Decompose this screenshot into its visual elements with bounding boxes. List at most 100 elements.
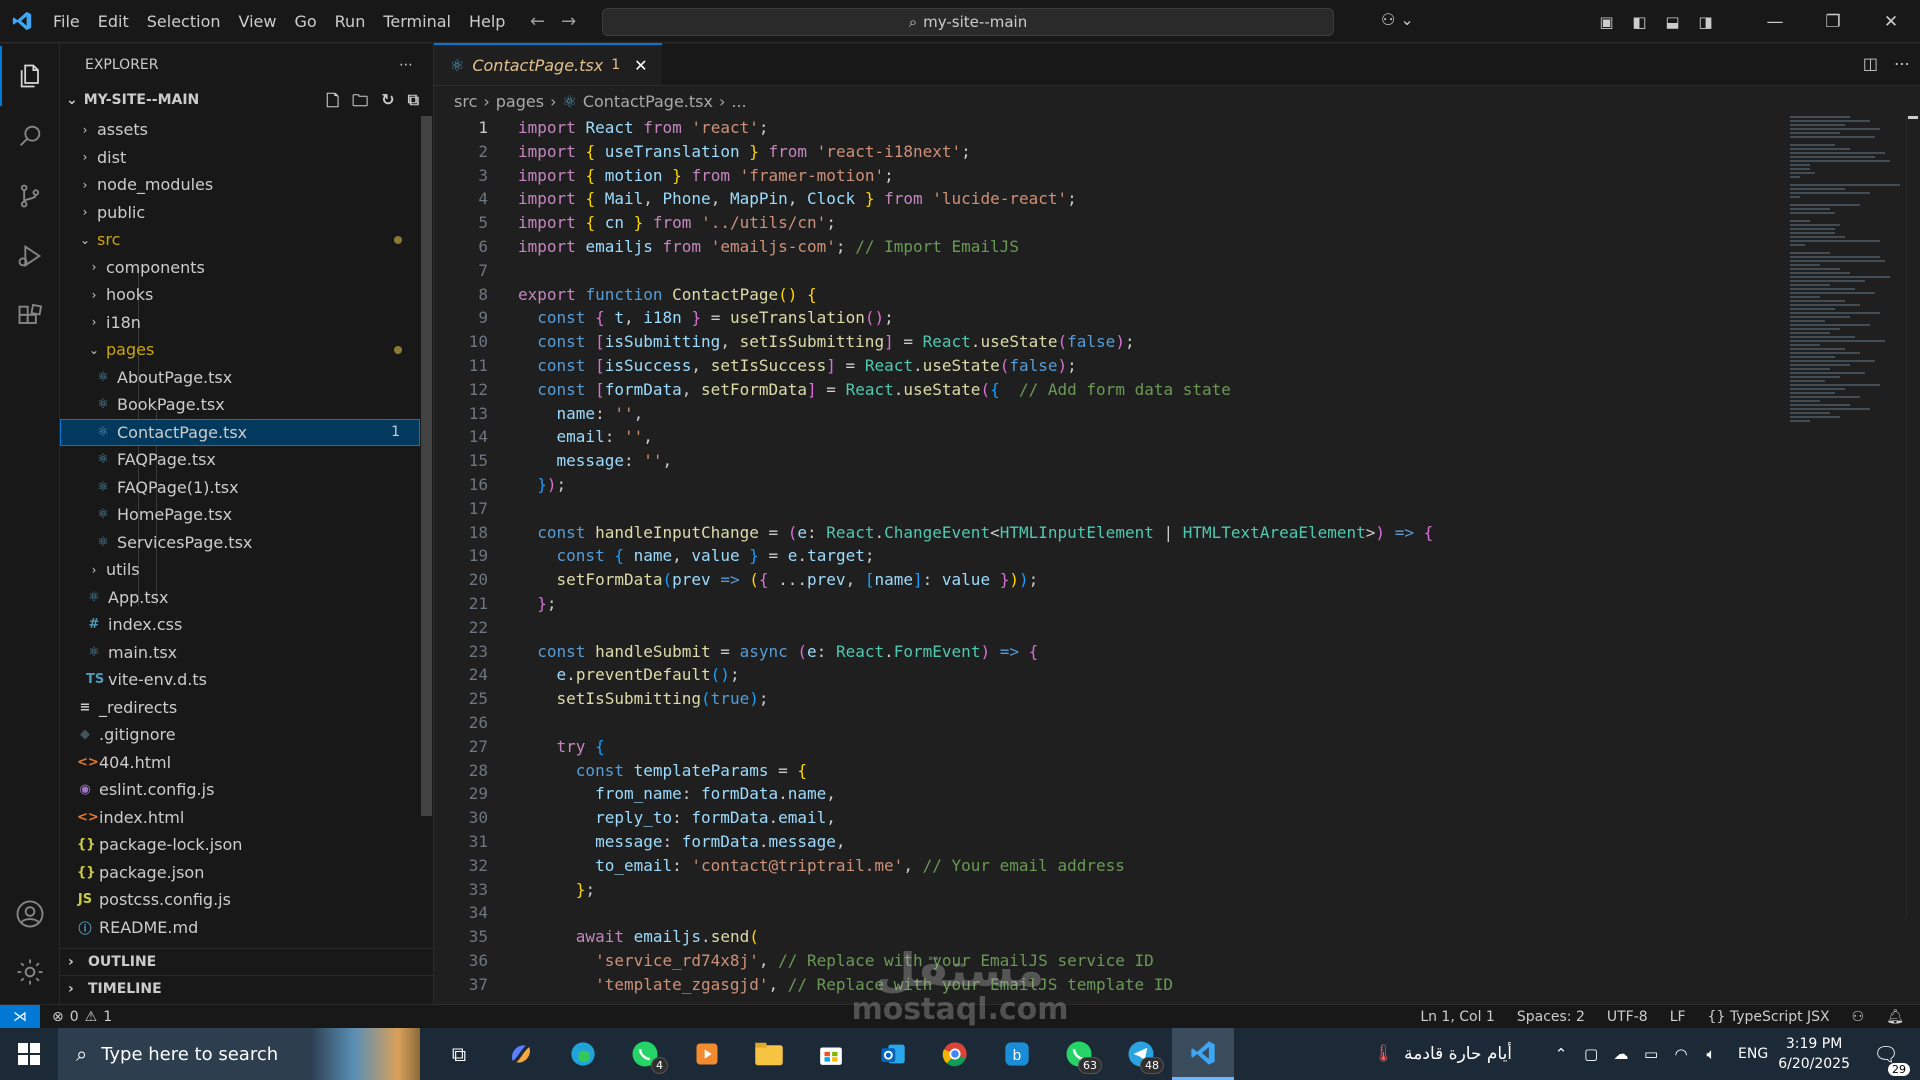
extensions-icon[interactable]: [0, 286, 60, 346]
clock[interactable]: 3:19 PM 6/20/2025: [1778, 1034, 1850, 1074]
menu-view[interactable]: View: [230, 0, 286, 43]
breadcrumb-file[interactable]: ContactPage.tsx: [583, 92, 713, 111]
media-player-icon[interactable]: [676, 1028, 738, 1080]
file-item[interactable]: {} package-lock.json: [60, 831, 420, 859]
file-item[interactable]: ⚛ FAQPage(1).tsx: [60, 474, 420, 502]
weather-widget[interactable]: 🌡︎ أيام حارة قادمة: [1373, 1044, 1512, 1064]
more-actions-icon[interactable]: ⋯: [1894, 54, 1910, 73]
timeline-section[interactable]: › TIMELINE: [60, 975, 434, 1002]
breadcrumb-pages[interactable]: pages: [496, 92, 544, 111]
settings-gear-icon[interactable]: [0, 942, 60, 1002]
file-item[interactable]: ⚛ ContactPage.tsx 1: [60, 418, 420, 446]
file-item[interactable]: {} package.json: [60, 859, 420, 887]
volume-icon[interactable]: 🔈︎: [1696, 1045, 1726, 1063]
layout-customize-icon[interactable]: ▣: [1590, 13, 1623, 31]
copilot-app-icon[interactable]: [490, 1028, 552, 1080]
command-center-search[interactable]: ⌕ my-site--main: [602, 8, 1334, 36]
battery-icon[interactable]: ▭: [1636, 1045, 1666, 1063]
folder-item[interactable]: ⌄ pages: [60, 336, 420, 364]
menu-edit[interactable]: Edit: [89, 0, 138, 43]
explorer-icon[interactable]: [0, 46, 60, 106]
file-item[interactable]: ⚛ HomePage.tsx: [60, 501, 420, 529]
menu-go[interactable]: Go: [285, 0, 325, 43]
file-item[interactable]: ⚛ App.tsx: [60, 584, 420, 612]
new-file-icon[interactable]: 🗋: [326, 90, 339, 117]
problems-indicator[interactable]: ⊗ 0 ⚠ 1: [52, 1009, 112, 1025]
file-item[interactable]: ⓘ README.md: [60, 914, 420, 942]
breadcrumb-src[interactable]: src: [454, 92, 477, 111]
file-item[interactable]: ⚛ AboutPage.tsx: [60, 364, 420, 392]
onedrive-cloud-icon[interactable]: ☁: [1606, 1045, 1636, 1063]
accounts-icon[interactable]: [0, 884, 60, 944]
indentation[interactable]: Spaces: 2: [1517, 1009, 1585, 1025]
file-item[interactable]: # index.css: [60, 611, 420, 639]
more-actions-icon[interactable]: ⋯: [399, 57, 413, 73]
file-item[interactable]: <> index.html: [60, 804, 420, 832]
menu-help[interactable]: Help: [460, 0, 514, 43]
search-icon[interactable]: [0, 106, 60, 166]
copilot-status-icon[interactable]: ⚇: [1852, 1009, 1865, 1025]
whatsapp-business-icon[interactable]: 63: [1048, 1028, 1110, 1080]
notifications-bell-icon[interactable]: 🔔︎: [1886, 1009, 1904, 1025]
toggle-primary-sidebar-icon[interactable]: ◧: [1623, 13, 1656, 31]
cursor-position[interactable]: Ln 1, Col 1: [1420, 1009, 1495, 1025]
outlook-icon[interactable]: [862, 1028, 924, 1080]
whatsapp-icon[interactable]: 4: [614, 1028, 676, 1080]
folder-item[interactable]: › assets: [60, 116, 420, 144]
start-button[interactable]: [0, 1028, 58, 1080]
folder-item[interactable]: › public: [60, 199, 420, 227]
back-arrow-icon[interactable]: ←: [530, 11, 545, 32]
close-tab-icon[interactable]: ✕: [634, 56, 647, 75]
folder-item[interactable]: › i18n: [60, 309, 420, 337]
minimize-button[interactable]: —: [1746, 12, 1804, 32]
telegram-icon[interactable]: 48: [1110, 1028, 1172, 1080]
split-editor-icon[interactable]: ◫: [1863, 54, 1878, 73]
input-language[interactable]: ENG: [1738, 1046, 1768, 1062]
folder-item[interactable]: › utils: [60, 556, 420, 584]
chevron-up-icon[interactable]: ⌃: [1546, 1045, 1576, 1063]
remote-indicator-icon[interactable]: ⋊: [0, 1004, 40, 1029]
file-item[interactable]: TS vite-env.d.ts: [60, 666, 420, 694]
outline-section[interactable]: › OUTLINE: [60, 948, 434, 975]
file-item[interactable]: JS postcss.config.js: [60, 886, 420, 914]
project-root[interactable]: ⌄ MY-SITE--MAIN 🗋 🗀 ↻ ⧉: [60, 86, 433, 114]
file-item[interactable]: ⚛ BookPage.tsx: [60, 391, 420, 419]
menu-file[interactable]: File: [44, 0, 89, 43]
encoding[interactable]: UTF-8: [1607, 1009, 1648, 1025]
tab-contactpage[interactable]: ⚛ ContactPage.tsx 1 ✕: [434, 43, 662, 85]
file-item[interactable]: <> 404.html: [60, 749, 420, 777]
task-view-icon[interactable]: ⧉: [428, 1028, 490, 1080]
folder-item[interactable]: › node_modules: [60, 171, 420, 199]
close-window-button[interactable]: ✕: [1862, 12, 1920, 32]
file-item[interactable]: ◆ .gitignore: [60, 721, 420, 749]
file-item[interactable]: ⚛ main.tsx: [60, 639, 420, 667]
file-item[interactable]: ⚛ FAQPage.tsx: [60, 446, 420, 474]
line-ending[interactable]: LF: [1670, 1009, 1686, 1025]
minimap[interactable]: [1790, 116, 1910, 556]
device-icon[interactable]: ▢: [1576, 1045, 1606, 1063]
language-mode[interactable]: {} TypeScript JSX: [1708, 1009, 1830, 1025]
forward-arrow-icon[interactable]: →: [561, 11, 576, 32]
toggle-panel-icon[interactable]: ⬓: [1656, 13, 1689, 31]
new-folder-icon[interactable]: 🗀: [352, 90, 368, 117]
maximize-button[interactable]: ❐: [1804, 12, 1862, 32]
folder-item[interactable]: › hooks: [60, 281, 420, 309]
menu-run[interactable]: Run: [326, 0, 375, 43]
sidebar-scrollbar[interactable]: [421, 116, 432, 816]
microsoft-store-icon[interactable]: [800, 1028, 862, 1080]
folder-item[interactable]: › dist: [60, 144, 420, 172]
menu-selection[interactable]: Selection: [138, 0, 230, 43]
chrome-icon[interactable]: [924, 1028, 986, 1080]
file-item[interactable]: ⚛ ServicesPage.tsx: [60, 529, 420, 557]
notification-center-icon[interactable]: 🗨︎ 29: [1866, 1042, 1910, 1076]
editor-scrollbar[interactable]: [1906, 116, 1920, 916]
toggle-secondary-sidebar-icon[interactable]: ◨: [1689, 13, 1722, 31]
file-item[interactable]: ≡ _redirects: [60, 694, 420, 722]
collapse-all-icon[interactable]: ⧉: [408, 90, 419, 117]
file-item[interactable]: ◉ eslint.config.js: [60, 776, 420, 804]
breadcrumb-symbol[interactable]: ...: [731, 92, 746, 111]
vscode-taskbar-icon[interactable]: [1172, 1028, 1234, 1080]
source-control-icon[interactable]: [0, 166, 60, 226]
folder-item[interactable]: › components: [60, 254, 420, 282]
bluesky-icon[interactable]: b: [986, 1028, 1048, 1080]
